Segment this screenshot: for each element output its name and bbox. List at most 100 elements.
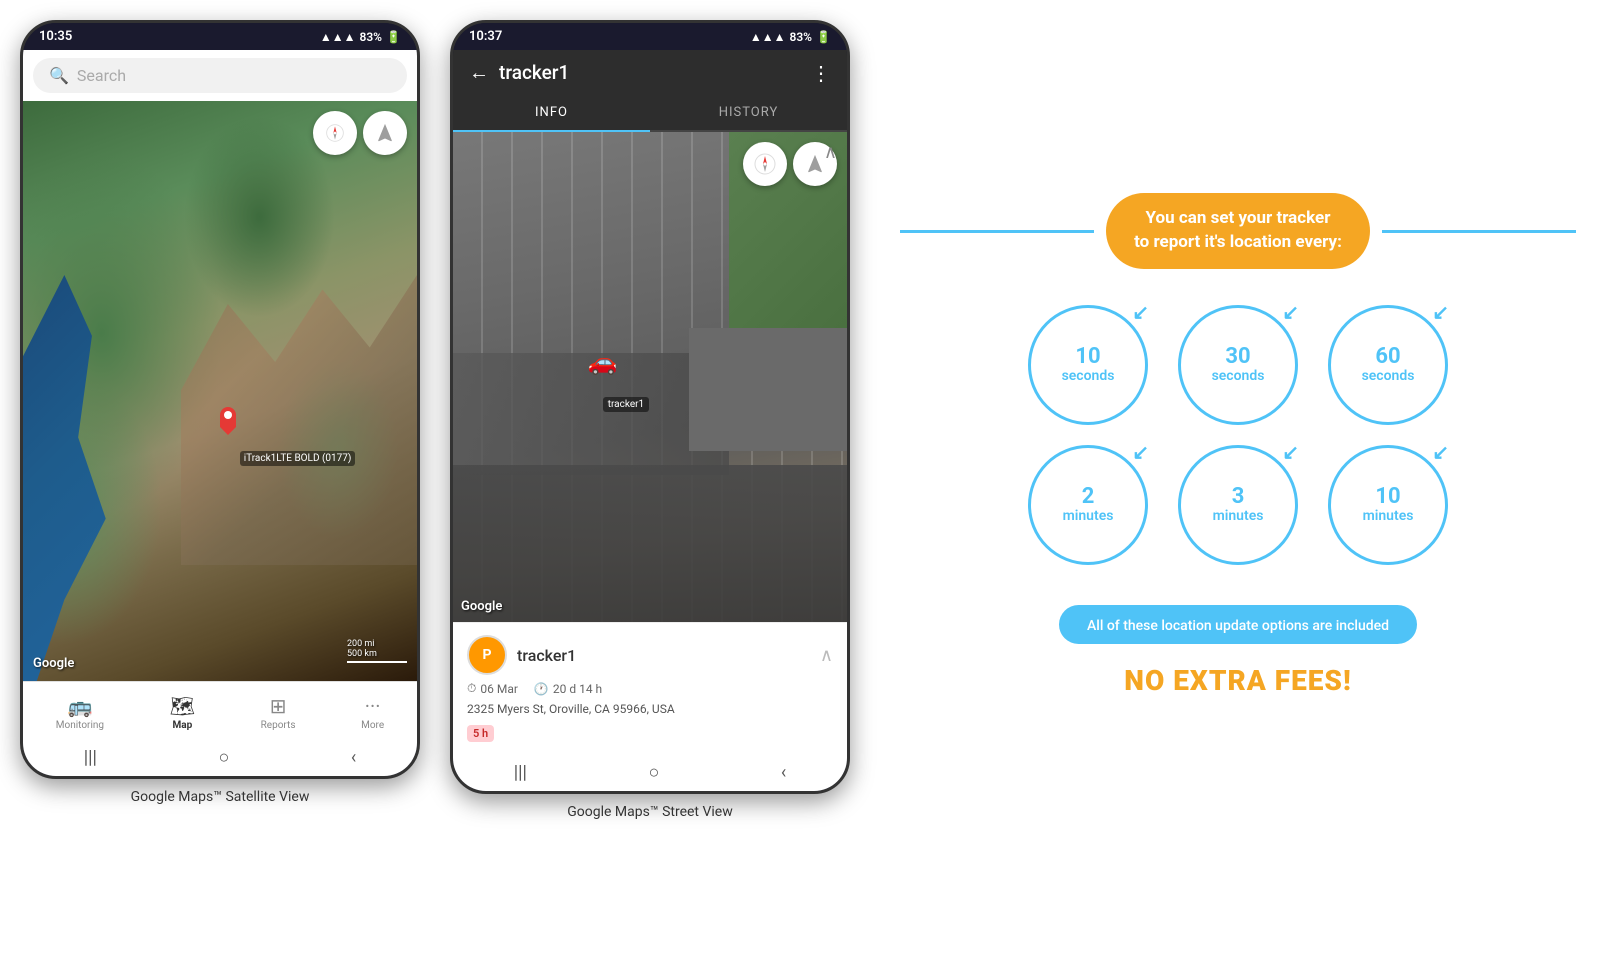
right-line <box>1382 230 1576 233</box>
nav-reports-label: Reports <box>261 720 296 731</box>
search-placeholder: Search <box>77 66 126 85</box>
gesture-home[interactable]: ○ <box>218 747 229 768</box>
phone2-mockup: 10:37 ▲▲▲ 83% 🔋 ← tracker1 ⋮ INFO HISTOR… <box>450 20 850 794</box>
phone2-battery: 83% <box>789 30 812 44</box>
more-icon: ··· <box>365 694 381 718</box>
street-navigate-icon <box>804 153 826 175</box>
left-line <box>900 230 1094 233</box>
phone2-status-right: ▲▲▲ 83% 🔋 <box>750 30 831 44</box>
phone1-search-bar: 🔍 Search <box>23 50 417 101</box>
phone1-status-bar: 10:35 ▲▲▲ 83% 🔋 <box>23 23 417 50</box>
phone1-signal: ▲▲▲ <box>320 30 356 44</box>
more-menu-button[interactable]: ⋮ <box>811 61 831 85</box>
interval-2min: 2 minutes <box>1028 445 1148 565</box>
phone2-time: 10:37 <box>469 29 502 44</box>
phone2-status-bar: 10:37 ▲▲▲ 83% 🔋 <box>453 23 847 50</box>
promo-title-box: You can set your tracker to report it's … <box>1106 193 1370 269</box>
nav-map[interactable]: 🗺 Map <box>158 690 207 735</box>
navigate-button[interactable] <box>363 111 407 155</box>
nav-map-label: Map <box>172 720 192 731</box>
nav-monitoring[interactable]: 🚌 Monitoring <box>44 690 116 735</box>
tracker-avatar: P <box>467 635 507 675</box>
promo-title-row: You can set your tracker to report it's … <box>900 193 1576 269</box>
tracker-car: 🚗 <box>588 348 618 376</box>
gesture-menu[interactable]: ||| <box>84 747 97 768</box>
search-input-container[interactable]: 🔍 Search <box>33 58 407 93</box>
phone2-battery-icon: 🔋 <box>816 30 831 44</box>
phone1-wrapper: 10:35 ▲▲▲ 83% 🔋 🔍 Search <box>20 20 420 805</box>
phone2-header: ← tracker1 ⋮ <box>453 50 847 95</box>
phone1-gesture-bar: ||| ○ ‹ <box>23 739 417 776</box>
google-logo-satellite: Google <box>33 656 74 671</box>
monitoring-icon: 🚌 <box>67 694 92 718</box>
street-compass-button[interactable] <box>743 142 787 186</box>
scale-200mi: 200 mi <box>347 639 407 649</box>
tracker-info-panel: P tracker1 ∧ ⏱ 06 Mar 🕐 20 d 14 h 2325 M… <box>453 622 847 754</box>
phone1-battery-icon: 🔋 <box>386 30 401 44</box>
reports-icon: ⊞ <box>270 694 287 718</box>
tracker-info-header: P tracker1 ∧ <box>467 635 833 675</box>
phone2-title: tracker1 <box>499 61 801 84</box>
nav-more[interactable]: ··· More <box>349 690 396 735</box>
tracker-name: tracker1 <box>517 646 810 665</box>
google-logo-street: Google <box>461 599 502 614</box>
intervals-grid: 10 seconds 30 seconds 60 seconds 2 minut… <box>1028 305 1448 565</box>
clock-icon: 🕐 <box>534 682 549 696</box>
building-right <box>689 328 847 451</box>
nav-reports[interactable]: ⊞ Reports <box>249 690 308 735</box>
gesture-back[interactable]: ‹ <box>351 747 356 768</box>
meta-duration: 🕐 20 d 14 h <box>534 681 602 696</box>
phone2-caption: Google Maps™ Street View <box>567 804 733 820</box>
interval-3min: 3 minutes <box>1178 445 1298 565</box>
gesture2-menu[interactable]: ||| <box>514 762 527 783</box>
road-bottom <box>453 465 847 622</box>
compass-icon <box>325 123 345 143</box>
tracker-address: 2325 Myers St, Oroville, CA 95966, USA <box>467 702 833 716</box>
compass-button[interactable] <box>313 111 357 155</box>
promo-title: You can set your tracker to report it's … <box>1134 207 1342 255</box>
tracker-label-satellite: iTrack1LTE BOLD (0177) <box>240 451 356 466</box>
phone1-status-right: ▲▲▲ 83% 🔋 <box>320 30 401 44</box>
interval-10min: 10 minutes <box>1328 445 1448 565</box>
promo-panel: You can set your tracker to report it's … <box>880 20 1596 870</box>
panel-scroll: ∧ <box>820 645 833 666</box>
no-extra-fees-text: All of these location update options are… <box>1087 618 1389 634</box>
phone1-bottom-nav: 🚌 Monitoring 🗺 Map ⊞ Reports ··· More <box>23 681 417 739</box>
date-icon: ⏱ <box>467 681 476 696</box>
tracker-meta: ⏱ 06 Mar 🕐 20 d 14 h <box>467 681 833 696</box>
tab-history[interactable]: HISTORY <box>650 95 847 130</box>
satellite-map[interactable]: iTrack1LTE BOLD (0177) Google 200 mi 500… <box>23 101 417 681</box>
scale-500km: 500 km <box>347 649 407 659</box>
scroll-indicator: ∧ <box>824 142 837 163</box>
tracker1-label: tracker1 <box>603 397 649 412</box>
phone2-wrapper: 10:37 ▲▲▲ 83% 🔋 ← tracker1 ⋮ INFO HISTOR… <box>450 20 850 820</box>
street-compass-icon <box>753 152 777 176</box>
phone2-tabs: INFO HISTORY <box>453 95 847 132</box>
gesture2-back[interactable]: ‹ <box>781 762 786 783</box>
interval-10sec: 10 seconds <box>1028 305 1148 425</box>
navigate-icon <box>374 122 396 144</box>
search-icon: 🔍 <box>49 66 69 85</box>
interval-30sec: 30 seconds <box>1178 305 1298 425</box>
time-badge: 5 h <box>467 725 494 742</box>
tab-info[interactable]: INFO <box>453 95 650 132</box>
street-map[interactable]: 🚗 tracker1 Google ∧ <box>453 132 847 622</box>
phone1-battery: 83% <box>359 30 382 44</box>
phone1-mockup: 10:35 ▲▲▲ 83% 🔋 🔍 Search <box>20 20 420 779</box>
no-extra-fees-banner: All of these location update options are… <box>1059 605 1417 644</box>
meta-date: ⏱ 06 Mar <box>467 681 518 696</box>
phone2-gesture-bar: ||| ○ ‹ <box>453 754 847 791</box>
interval-60sec: 60 seconds <box>1328 305 1448 425</box>
phone1-caption: Google Maps™ Satellite View <box>131 789 310 805</box>
map-scale: 200 mi 500 km <box>347 639 407 663</box>
nav-more-label: More <box>361 720 384 731</box>
nav-monitoring-label: Monitoring <box>56 720 104 731</box>
map-icon: 🗺 <box>170 694 195 718</box>
tracker-pin-satellite <box>220 407 236 435</box>
no-extra-fees-title: NO EXTRA FEES! <box>1124 664 1351 697</box>
phone2-signal: ▲▲▲ <box>750 30 786 44</box>
gesture2-home[interactable]: ○ <box>648 762 659 783</box>
back-button[interactable]: ← <box>469 60 489 85</box>
phone1-time: 10:35 <box>39 29 72 44</box>
scale-line <box>347 661 407 663</box>
